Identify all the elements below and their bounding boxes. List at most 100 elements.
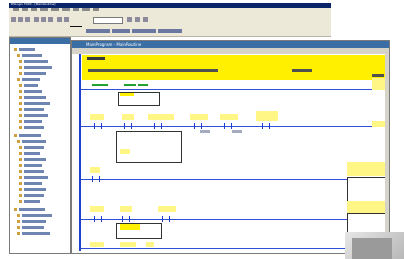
xic-contact[interactable] bbox=[94, 123, 102, 129]
xic-contact[interactable] bbox=[162, 216, 170, 222]
tree-item[interactable] bbox=[22, 220, 46, 223]
copy-icon[interactable] bbox=[41, 17, 46, 22]
menu-comms[interactable] bbox=[62, 8, 70, 11]
tree-item[interactable] bbox=[24, 188, 46, 191]
branch-block[interactable] bbox=[116, 131, 182, 163]
contact-comment[interactable] bbox=[220, 114, 238, 120]
tree-item[interactable] bbox=[24, 200, 40, 203]
routine-icon bbox=[19, 84, 22, 87]
menu-view[interactable] bbox=[31, 8, 37, 11]
save-icon[interactable] bbox=[25, 17, 30, 22]
instruction-tag[interactable] bbox=[138, 84, 148, 86]
xic-contact[interactable] bbox=[94, 216, 102, 222]
online-icon[interactable] bbox=[143, 17, 148, 22]
menu-window[interactable] bbox=[82, 8, 90, 11]
xic-contact[interactable] bbox=[122, 216, 130, 222]
tree-item[interactable] bbox=[22, 226, 44, 229]
contact-comment[interactable] bbox=[148, 114, 174, 120]
comment-text bbox=[87, 57, 105, 60]
paste-icon[interactable] bbox=[48, 17, 53, 22]
search-combo[interactable] bbox=[93, 17, 123, 24]
contact-comment[interactable] bbox=[146, 242, 154, 247]
tree-item[interactable] bbox=[24, 120, 42, 123]
contact-comment[interactable] bbox=[90, 206, 104, 212]
xic-contact[interactable] bbox=[124, 123, 132, 129]
ladder-editor-window: MainProgram - MainRoutine bbox=[71, 40, 390, 254]
redo-icon[interactable] bbox=[64, 17, 69, 22]
find-icon[interactable] bbox=[127, 17, 132, 22]
menu-file[interactable] bbox=[13, 8, 19, 11]
rung-icon[interactable] bbox=[86, 29, 110, 33]
cut-icon[interactable] bbox=[34, 17, 39, 22]
tree-item[interactable] bbox=[24, 72, 46, 75]
rung-line bbox=[81, 89, 387, 90]
contact-comment[interactable] bbox=[122, 114, 134, 120]
contact-comment[interactable] bbox=[90, 114, 104, 120]
output-comment[interactable] bbox=[372, 121, 386, 127]
tree-item[interactable] bbox=[24, 170, 44, 173]
menu-logic[interactable] bbox=[51, 8, 59, 11]
xic-contact[interactable] bbox=[92, 176, 100, 182]
tree-item[interactable] bbox=[24, 158, 46, 161]
tree-item[interactable] bbox=[24, 146, 44, 149]
instruction-tag[interactable] bbox=[124, 84, 136, 86]
menu-search[interactable] bbox=[40, 8, 48, 11]
branch-icon[interactable] bbox=[112, 29, 130, 33]
editor-toolbar bbox=[72, 48, 389, 54]
timer-block[interactable] bbox=[347, 177, 387, 203]
undo-icon[interactable] bbox=[57, 17, 62, 22]
routine-description[interactable] bbox=[82, 55, 385, 64]
tree-item[interactable] bbox=[24, 126, 44, 129]
tree-item[interactable] bbox=[22, 54, 42, 57]
tree-item[interactable] bbox=[24, 84, 38, 87]
xic-contact[interactable] bbox=[154, 123, 162, 129]
contact-comment[interactable] bbox=[120, 206, 132, 212]
contact-comment[interactable] bbox=[256, 111, 278, 121]
contact-comment[interactable] bbox=[90, 167, 100, 173]
vertical-scrollbar[interactable] bbox=[385, 51, 389, 251]
xic-contact[interactable] bbox=[224, 123, 232, 129]
tree-item[interactable] bbox=[24, 114, 48, 117]
tree-item[interactable] bbox=[24, 152, 40, 155]
tree-item[interactable] bbox=[22, 214, 52, 217]
tree-item[interactable] bbox=[24, 66, 52, 69]
tree-item[interactable] bbox=[22, 232, 50, 235]
menu-edit[interactable] bbox=[22, 8, 28, 11]
output-comment[interactable] bbox=[347, 201, 385, 213]
menu-tools[interactable] bbox=[73, 8, 79, 11]
rung-comment[interactable] bbox=[82, 64, 385, 80]
xic-contact[interactable] bbox=[262, 123, 270, 129]
verify-icon[interactable] bbox=[135, 17, 140, 22]
tree-item[interactable] bbox=[19, 208, 45, 211]
tree-item[interactable] bbox=[22, 78, 40, 81]
tree-item[interactable] bbox=[24, 164, 42, 167]
tree-item[interactable] bbox=[24, 102, 50, 105]
xic-contact[interactable] bbox=[194, 123, 202, 129]
tree-item[interactable] bbox=[24, 96, 46, 99]
tree-item[interactable] bbox=[24, 60, 48, 63]
contact-comment[interactable] bbox=[120, 242, 136, 247]
coil-icon[interactable] bbox=[158, 29, 182, 33]
contact-comment[interactable] bbox=[158, 206, 176, 212]
open-icon[interactable] bbox=[18, 17, 23, 22]
new-icon[interactable] bbox=[11, 17, 16, 22]
left-power-rail bbox=[79, 54, 81, 251]
tree-item[interactable] bbox=[19, 48, 35, 51]
contact-comment[interactable] bbox=[120, 149, 130, 154]
tree-item[interactable] bbox=[24, 176, 48, 179]
tree-item[interactable] bbox=[24, 90, 42, 93]
tree-item[interactable] bbox=[24, 182, 42, 185]
monitor-bezel-corner bbox=[352, 238, 392, 259]
tag-address bbox=[232, 130, 242, 133]
menu-help[interactable] bbox=[93, 8, 99, 11]
contact-icon[interactable] bbox=[132, 29, 156, 33]
tree-item[interactable] bbox=[24, 108, 44, 111]
instruction-tag[interactable] bbox=[92, 84, 108, 86]
tree-item[interactable] bbox=[24, 194, 44, 197]
tree-item[interactable] bbox=[19, 134, 41, 137]
tree-item[interactable] bbox=[22, 140, 46, 143]
contact-comment[interactable] bbox=[90, 242, 104, 247]
contact-comment[interactable] bbox=[190, 114, 208, 120]
output-comment[interactable] bbox=[372, 78, 386, 90]
output-comment[interactable] bbox=[347, 162, 385, 176]
